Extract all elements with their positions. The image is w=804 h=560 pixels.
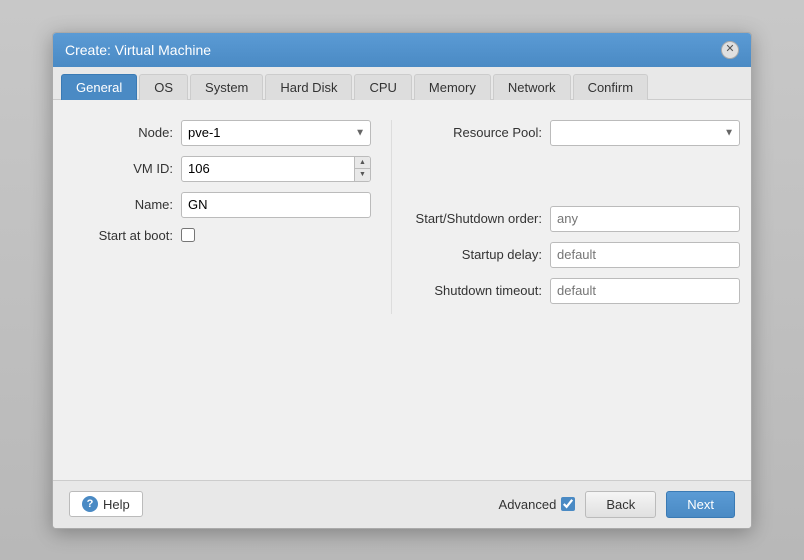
advanced-checkbox[interactable] xyxy=(561,497,575,511)
create-vm-dialog: Create: Virtual Machine ✕ General OS Sys… xyxy=(52,32,752,529)
help-icon: ? xyxy=(82,496,98,512)
node-label: Node: xyxy=(73,125,173,140)
startup-delay-label: Startup delay: xyxy=(412,247,542,262)
vm-id-label: VM ID: xyxy=(73,161,173,176)
shutdown-timeout-label: Shutdown timeout: xyxy=(412,283,542,298)
tab-network[interactable]: Network xyxy=(493,74,571,100)
vm-id-decrement[interactable]: ▼ xyxy=(355,169,370,181)
dialog-footer: ? Help Advanced Back Next xyxy=(53,480,751,528)
node-row: Node: pve-1 ▼ xyxy=(73,120,371,146)
dialog-header: Create: Virtual Machine ✕ xyxy=(53,33,751,67)
start-shutdown-row: Start/Shutdown order: xyxy=(412,206,740,232)
vm-id-spinner: ▲ ▼ xyxy=(354,157,370,181)
dialog-body: Node: pve-1 ▼ VM ID: 106 xyxy=(53,100,751,480)
tab-cpu[interactable]: CPU xyxy=(354,74,411,100)
advanced-label[interactable]: Advanced xyxy=(499,497,576,512)
startup-delay-input[interactable] xyxy=(550,242,740,268)
resource-pool-label: Resource Pool: xyxy=(412,125,542,140)
right-form-section: Resource Pool: ▼ Start/Shutdown order: xyxy=(391,120,740,314)
help-button[interactable]: ? Help xyxy=(69,491,143,517)
vm-id-wrapper: 106 ▲ ▼ xyxy=(181,156,371,182)
close-button[interactable]: ✕ xyxy=(721,41,739,59)
back-button[interactable]: Back xyxy=(585,491,656,518)
dialog-title: Create: Virtual Machine xyxy=(65,42,211,58)
footer-right: Advanced Back Next xyxy=(499,491,735,518)
name-label: Name: xyxy=(73,197,173,212)
start-at-boot-row: Start at boot: xyxy=(73,228,371,243)
resource-pool-row: Resource Pool: ▼ xyxy=(412,120,740,146)
close-icon: ✕ xyxy=(725,44,734,55)
tab-system[interactable]: System xyxy=(190,74,263,100)
tab-confirm[interactable]: Confirm xyxy=(573,74,649,100)
tab-os[interactable]: OS xyxy=(139,74,188,100)
start-shutdown-label: Start/Shutdown order: xyxy=(412,211,542,226)
start-at-boot-checkbox[interactable] xyxy=(181,228,195,242)
start-shutdown-input[interactable] xyxy=(550,206,740,232)
vm-id-row: VM ID: 106 ▲ ▼ xyxy=(73,156,371,182)
tab-general[interactable]: General xyxy=(61,74,137,100)
left-form-section: Node: pve-1 ▼ VM ID: 106 xyxy=(73,120,371,314)
vm-id-increment[interactable]: ▲ xyxy=(355,157,370,170)
vm-id-input[interactable]: 106 xyxy=(181,156,371,182)
name-row: Name: GN xyxy=(73,192,371,218)
node-select-wrapper: pve-1 ▼ xyxy=(181,120,371,146)
startup-delay-row: Startup delay: xyxy=(412,242,740,268)
name-input[interactable]: GN xyxy=(181,192,371,218)
start-at-boot-label: Start at boot: xyxy=(73,228,173,243)
tab-memory[interactable]: Memory xyxy=(414,74,491,100)
next-button[interactable]: Next xyxy=(666,491,735,518)
help-label: Help xyxy=(103,497,130,512)
resource-pool-select[interactable] xyxy=(550,120,740,146)
node-select[interactable]: pve-1 xyxy=(181,120,371,146)
shutdown-timeout-input[interactable] xyxy=(550,278,740,304)
advanced-text: Advanced xyxy=(499,497,557,512)
tab-bar: General OS System Hard Disk CPU Memory N… xyxy=(53,67,751,100)
tab-hard-disk[interactable]: Hard Disk xyxy=(265,74,352,100)
shutdown-timeout-row: Shutdown timeout: xyxy=(412,278,740,304)
footer-left: ? Help xyxy=(69,491,143,517)
resource-pool-select-wrapper: ▼ xyxy=(550,120,740,146)
